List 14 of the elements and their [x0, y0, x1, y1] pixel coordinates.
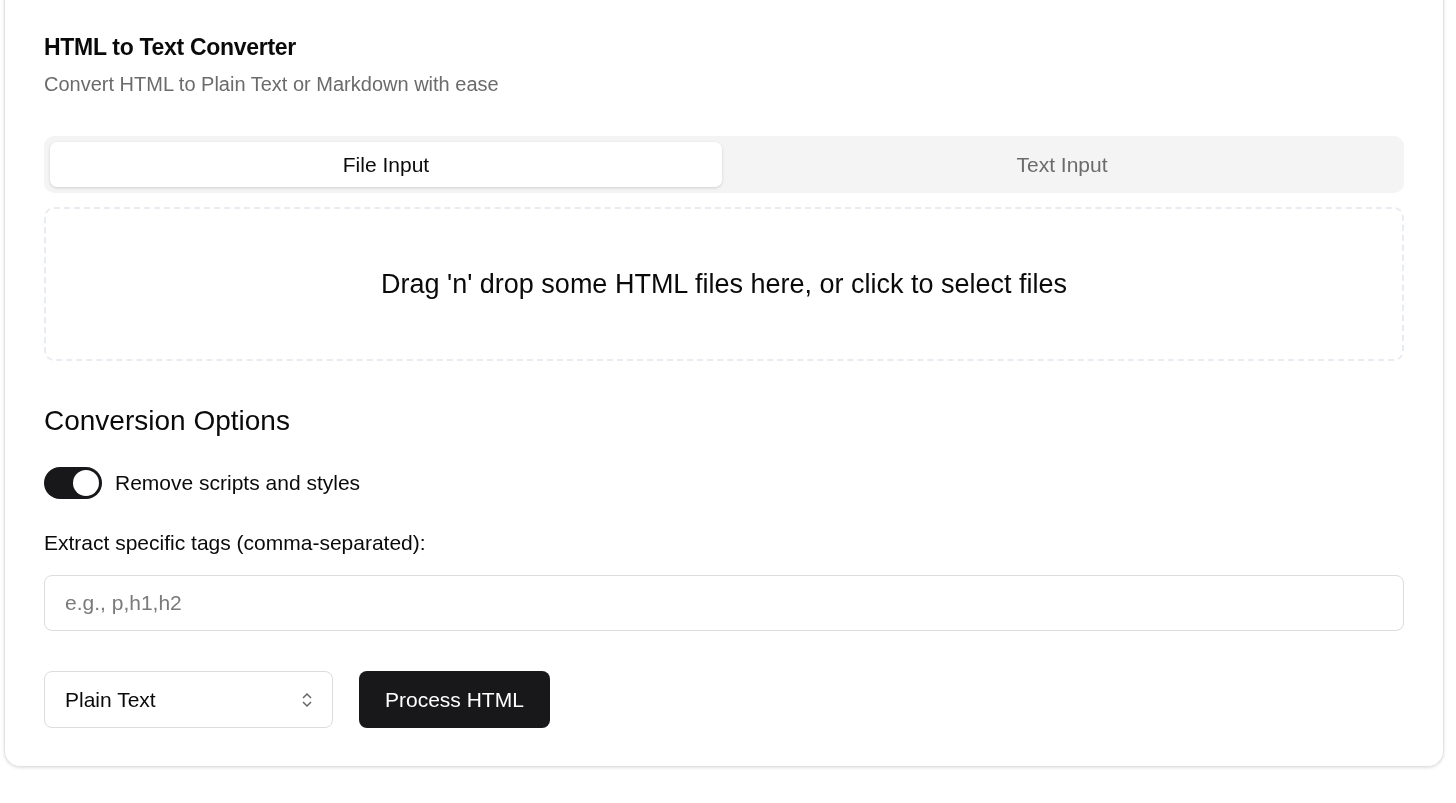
tags-input-field[interactable]: e.g., p,h1,h2 — [44, 575, 1404, 631]
section-heading: Conversion Options — [44, 405, 291, 437]
tab[interactable]: File Input — [50, 142, 722, 187]
card-title: HTML to Text Converter — [44, 34, 297, 61]
card-subtitle: Convert HTML to Plain Text or Markdown with ease — [44, 73, 500, 96]
tab[interactable]: Text Input — [726, 142, 1398, 187]
file-dropzone[interactable]: Drag 'n' drop some HTML files here, or click to select files — [44, 207, 1404, 361]
process-button[interactable]: Process HTML — [359, 671, 550, 728]
field-label: Extract specific tags (comma-separated): — [44, 531, 427, 555]
chevrons-icon — [302, 691, 312, 708]
dropzone-text: Drag 'n' drop some HTML files here, or click to select files — [380, 268, 1068, 300]
toggle-switch[interactable] — [44, 467, 102, 499]
toggle-label: Remove scripts and styles — [115, 471, 361, 495]
format-select[interactable]: Plain Text — [44, 671, 333, 728]
